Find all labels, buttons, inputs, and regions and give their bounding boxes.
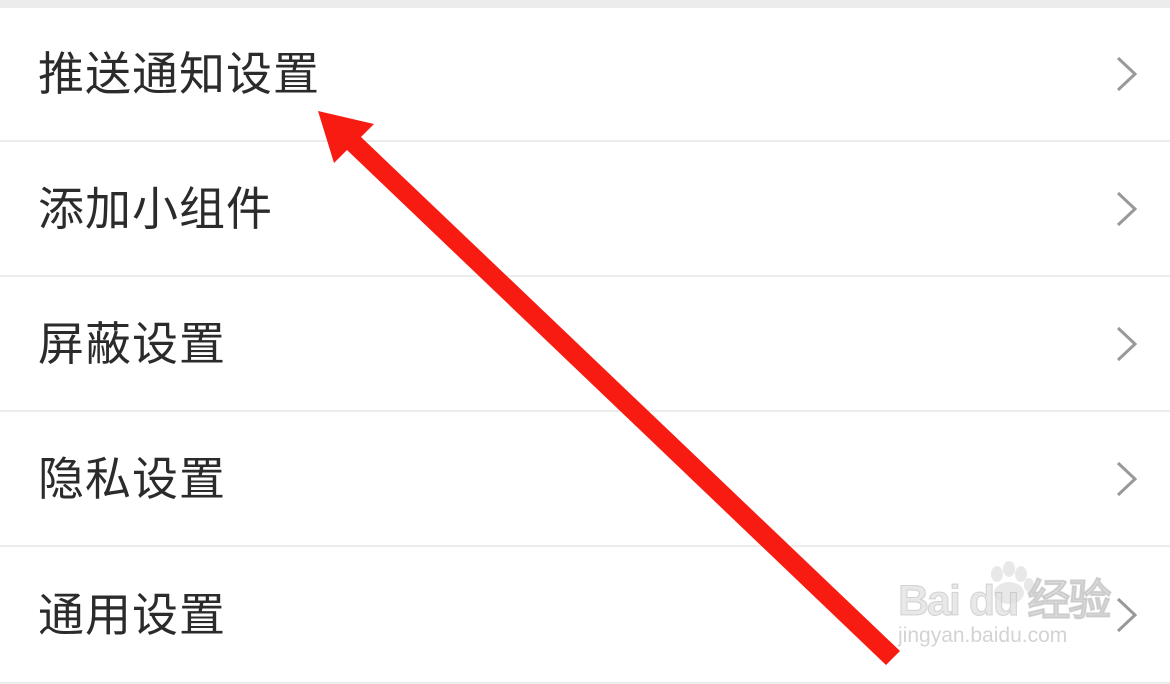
chevron-right-icon <box>1110 324 1142 364</box>
chevron-right-icon <box>1110 595 1142 635</box>
block-settings-label: 屏蔽设置 <box>38 316 226 371</box>
general-settings-row[interactable]: 通用设置 <box>0 547 1170 684</box>
push-notification-settings-row[interactable]: 推送通知设置 <box>0 8 1170 142</box>
block-settings-row[interactable]: 屏蔽设置 <box>0 277 1170 412</box>
push-notification-settings-label: 推送通知设置 <box>38 47 320 101</box>
general-settings-label: 通用设置 <box>38 587 226 642</box>
settings-list: 推送通知设置 添加小组件 屏蔽设置 隐私设置 通用设置 <box>0 8 1170 684</box>
top-separator-band <box>0 0 1170 8</box>
settings-screen: 推送通知设置 添加小组件 屏蔽设置 隐私设置 通用设置 Bai du 经验 ji… <box>0 0 1170 684</box>
chevron-right-icon <box>1110 459 1142 499</box>
privacy-settings-label: 隐私设置 <box>38 451 226 506</box>
add-widget-row[interactable]: 添加小组件 <box>0 142 1170 277</box>
chevron-right-icon <box>1110 54 1142 94</box>
add-widget-label: 添加小组件 <box>38 181 273 236</box>
chevron-right-icon <box>1110 189 1142 229</box>
privacy-settings-row[interactable]: 隐私设置 <box>0 412 1170 547</box>
